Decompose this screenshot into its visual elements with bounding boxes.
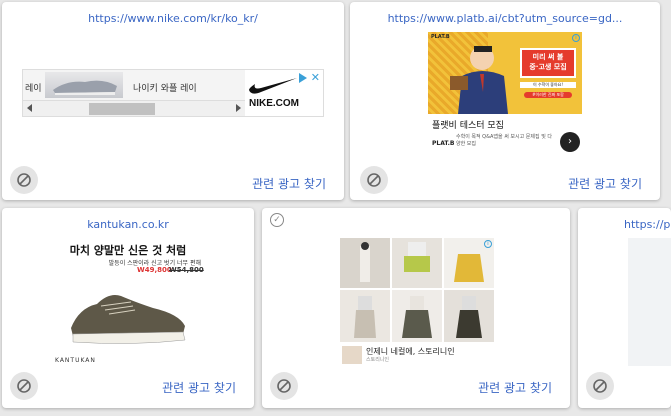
platb-footer-logo: PLAT.B (432, 140, 455, 147)
platb-footer-text: 수학이 목적 Q&A앱을 써 보시고 문제집 및 다양한 모집 (456, 134, 552, 147)
kantukan-brand: KANTUKAN (55, 357, 96, 364)
chevron-right-icon: › (568, 136, 572, 147)
platb-logo: PLAT.B (431, 34, 450, 40)
ad-scrollbar[interactable] (23, 100, 245, 116)
ad-card-partial: https://pl (578, 208, 671, 408)
platb-badge-line3: 이 수학이 좋아요! (520, 82, 576, 88)
block-ad-button[interactable] (270, 372, 298, 400)
ad-creative-clothes[interactable]: i 인제니 네컬에, 스토리니인 스토리니인 (340, 238, 494, 366)
block-icon (17, 173, 31, 187)
close-icon[interactable]: ✕ (311, 71, 320, 84)
block-ad-button[interactable] (10, 372, 38, 400)
block-icon (593, 379, 607, 393)
ad-creative-partial[interactable] (628, 238, 671, 366)
kantukan-headline: 마치 양말만 신은 것 처럼 (69, 244, 187, 257)
ad-url[interactable]: https://www.nike.com/kr/ko_kr/ (2, 12, 344, 25)
ad-url[interactable]: kantukan.co.kr (2, 218, 254, 231)
nike-ad-text-mid: 나이키 와플 레이 (133, 84, 197, 94)
kantukan-price-old: W54,800 (169, 266, 204, 274)
block-ad-button[interactable] (10, 166, 38, 194)
scrollbar-thumb[interactable] (89, 103, 155, 115)
platb-arrow-button[interactable]: › (560, 132, 580, 152)
ad-creative-nike[interactable]: 레이 나이키 와플 레이 NIKE.COM ✕ (22, 69, 324, 117)
scroll-right-arrow[interactable] (236, 104, 241, 112)
find-related-ads-link[interactable]: 관련 광고 찾기 (568, 175, 642, 192)
nike-ad-text-left: 레이 (25, 84, 42, 94)
clothes-thumb (342, 346, 362, 364)
block-ad-button[interactable] (360, 166, 388, 194)
adchoices-icon[interactable]: i (484, 240, 492, 248)
ad-creative-kantukan[interactable]: 마치 양말만 신은 것 처럼 발등이 스판이라 신고 벗기 너무 편해 W49,… (51, 238, 205, 366)
ad-url[interactable]: https://pl (624, 218, 671, 231)
block-icon (367, 173, 381, 187)
kantukan-price-new: W49,800 (137, 266, 172, 274)
platb-badge-line2: 중·고생 모집 (529, 63, 567, 71)
platb-title: 플랫비 테스터 모집 (432, 121, 504, 131)
ad-card-kantukan: kantukan.co.kr 마치 양말만 신은 것 처럼 발등이 스판이라 신… (2, 208, 254, 408)
platb-badge-line1: 미리 써 볼 (532, 53, 564, 61)
block-icon (17, 379, 31, 393)
nike-swoosh-logo (247, 76, 299, 100)
shoe-image (45, 72, 123, 98)
block-ad-button[interactable] (586, 372, 614, 400)
scroll-left-arrow[interactable] (27, 104, 32, 112)
sneaker-image (61, 278, 191, 352)
find-related-ads-link[interactable]: 관련 광고 찾기 (252, 175, 326, 192)
platb-badge-line4: #이러한 진짜 포함 (524, 92, 572, 98)
clothes-photo-grid (340, 238, 494, 344)
block-icon (277, 379, 291, 393)
platb-comic-image: PLAT.B 미리 써 볼 중·고생 모집 이 수학이 좋아요! #이러한 진짜… (428, 32, 582, 114)
check-circle-icon[interactable]: ✓ (270, 213, 284, 227)
ad-card-clothes: ✓ i 인제니 네컬에, 스토리니인 스토리니인 관련 광고 찾기 (262, 208, 570, 408)
adchoices-icon[interactable] (299, 73, 307, 83)
ad-creative-platb[interactable]: PLAT.B 미리 써 볼 중·고생 모집 이 수학이 좋아요! #이러한 진짜… (428, 32, 582, 156)
find-related-ads-link[interactable]: 관련 광고 찾기 (162, 379, 236, 396)
clothes-caption-sub: 스토리니인 (366, 357, 390, 363)
ad-url[interactable]: https://www.platb.ai/cbt?utm_source=gd..… (350, 12, 660, 25)
nike-brand: NIKE.COM (249, 98, 299, 109)
ad-card-platb: https://www.platb.ai/cbt?utm_source=gd..… (350, 2, 660, 200)
ad-card-nike: https://www.nike.com/kr/ko_kr/ 레이 나이키 와플… (2, 2, 344, 200)
find-related-ads-link[interactable]: 관련 광고 찾기 (478, 379, 552, 396)
adchoices-icon[interactable]: i (572, 34, 580, 42)
